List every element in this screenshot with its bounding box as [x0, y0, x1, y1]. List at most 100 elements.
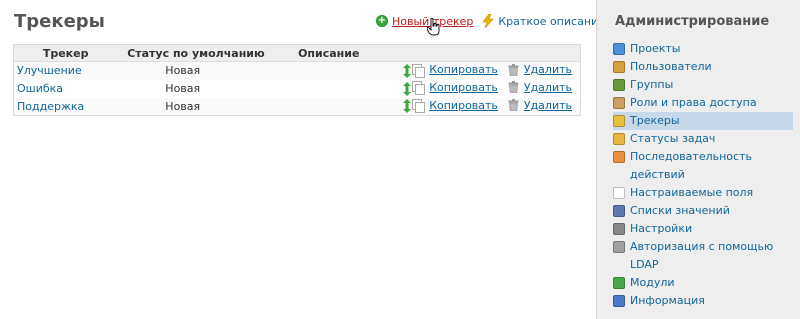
- tracker-link[interactable]: Улучшение: [17, 64, 82, 77]
- copy-icon: [412, 81, 426, 96]
- contextual-actions: + Новый трекер Краткое описание: [376, 13, 605, 29]
- sidebar-item-row: Группы: [613, 76, 793, 94]
- sidebar-item-label[interactable]: Группы: [630, 76, 673, 94]
- sidebar-item-label[interactable]: Статусы задач: [630, 130, 715, 148]
- settings-icon: [613, 223, 625, 235]
- trackers-table: Трекер Статус по умолчанию Описание Улуч…: [13, 44, 581, 116]
- sidebar-item-plugins[interactable]: Модули: [613, 274, 793, 292]
- copy-icon: [412, 99, 426, 113]
- users-icon: [613, 61, 625, 73]
- mouse-cursor-icon: [427, 18, 440, 36]
- trash-icon: [508, 99, 519, 111]
- sidebar-item-row: Статусы задач: [613, 130, 793, 148]
- delete-tracker-link[interactable]: Удалить: [508, 63, 572, 76]
- roles-icon: [613, 97, 625, 109]
- sidebar-item-row: Пользователи: [613, 58, 793, 76]
- sidebar-item-projects[interactable]: Проекты: [613, 40, 793, 58]
- sidebar-item-info[interactable]: Информация: [613, 292, 793, 310]
- sidebar-item-label[interactable]: Модули: [630, 274, 675, 292]
- copy-icon: [412, 63, 426, 78]
- sidebar-item-groups[interactable]: Группы: [613, 76, 793, 94]
- default-status-cell: Новая: [117, 61, 275, 80]
- copy-label: Копировать: [429, 63, 498, 76]
- sidebar-item-row: Списки значений: [613, 202, 793, 220]
- copy-label: Копировать: [429, 98, 498, 112]
- sidebar-item-label[interactable]: Списки значений: [630, 202, 730, 220]
- sidebar-item-custom-fields[interactable]: Настраиваемые поля: [613, 184, 793, 202]
- lightning-icon: [482, 14, 495, 28]
- delete-label: Удалить: [523, 63, 572, 76]
- groups-icon: [613, 79, 625, 91]
- sidebar-item-label[interactable]: Последовательность действий: [630, 148, 793, 184]
- copy-label: Копировать: [429, 80, 498, 94]
- sidebar-item-label[interactable]: Проекты: [630, 40, 681, 58]
- custom-fields-icon: [613, 187, 625, 199]
- copy-tracker-link[interactable]: Копировать: [412, 80, 498, 96]
- sidebar-item-label[interactable]: Роли и права доступа: [630, 94, 757, 112]
- sidebar-item-row: Трекеры: [613, 112, 793, 130]
- sidebar-item-row: Модули: [613, 274, 793, 292]
- column-header-delete: [507, 44, 581, 62]
- reorder-arrows-icon[interactable]: [402, 99, 412, 114]
- sidebar-item-label[interactable]: Трекеры: [630, 112, 680, 130]
- default-status-cell: Новая: [117, 79, 275, 98]
- sidebar-item-roles[interactable]: Роли и права доступа: [613, 94, 793, 112]
- copy-tracker-link[interactable]: Копировать: [412, 63, 498, 78]
- sidebar-item-issue-statuses[interactable]: Статусы задач: [613, 130, 793, 148]
- trackers-icon: [613, 115, 625, 127]
- info-icon: [613, 295, 625, 307]
- column-header-description: Описание: [274, 44, 383, 62]
- sidebar-item-label[interactable]: Настройки: [630, 220, 692, 238]
- trash-icon: [508, 81, 519, 94]
- page-title: Трекеры: [14, 11, 105, 32]
- sidebar-item-ldap[interactable]: Авторизация с помощью LDAP: [613, 238, 793, 274]
- summary-label: Краткое описание: [498, 14, 605, 28]
- column-header-tracker: Трекер: [13, 44, 118, 62]
- sidebar-item-label[interactable]: Авторизация с помощью LDAP: [630, 238, 793, 274]
- table-row: Поддержка Новая Копировать Удалить: [13, 97, 581, 116]
- projects-icon: [613, 43, 625, 55]
- sidebar-title: Администрирование: [615, 14, 770, 29]
- delete-tracker-link[interactable]: Удалить: [508, 99, 572, 112]
- sidebar-item-trackers[interactable]: Трекеры: [613, 112, 793, 130]
- new-tracker-link[interactable]: + Новый трекер: [376, 15, 473, 28]
- sidebar-item-row: Проекты: [613, 40, 793, 58]
- summary-link[interactable]: Краткое описание: [482, 14, 605, 28]
- sidebar-item-settings[interactable]: Настройки: [613, 220, 793, 238]
- add-icon: +: [376, 15, 388, 27]
- table-header-row: Трекер Статус по умолчанию Описание: [13, 44, 581, 62]
- sidebar-item-enumerations[interactable]: Списки значений: [613, 202, 793, 220]
- delete-label: Удалить: [523, 98, 572, 112]
- table-row: Улучшение Новая Копировать Удалить: [13, 61, 581, 80]
- sidebar-item-row: Настройки: [613, 220, 793, 238]
- sidebar-item-users[interactable]: Пользователи: [613, 58, 793, 76]
- sidebar-item-row: Информация: [613, 292, 793, 310]
- main-content: Трекеры + Новый трекер Краткое описание …: [0, 0, 605, 319]
- delete-tracker-link[interactable]: Удалить: [508, 81, 572, 94]
- tracker-link[interactable]: Поддержка: [17, 100, 84, 113]
- reorder-arrows-icon[interactable]: [402, 81, 412, 96]
- column-header-default-status: Статус по умолчанию: [117, 44, 275, 62]
- ldap-icon: [613, 241, 625, 253]
- table-row: Ошибка Новая Копировать Удалить: [13, 79, 581, 98]
- sidebar-item-label[interactable]: Пользователи: [630, 58, 712, 76]
- delete-label: Удалить: [523, 80, 572, 94]
- default-status-cell: Новая: [117, 97, 275, 116]
- sidebar-item-row: Авторизация с помощью LDAP: [613, 238, 793, 274]
- description-cell: [274, 97, 383, 116]
- plugins-icon: [613, 277, 625, 289]
- reorder-arrows-icon[interactable]: [402, 63, 412, 78]
- sidebar-item-label[interactable]: Информация: [630, 292, 705, 310]
- sidebar-item-row: Настраиваемые поля: [613, 184, 793, 202]
- sidebar-item-row: Роли и права доступа: [613, 94, 793, 112]
- column-header-copy: [412, 44, 508, 62]
- workflow-icon: [613, 151, 625, 163]
- tracker-link[interactable]: Ошибка: [17, 82, 63, 95]
- description-cell: [274, 61, 383, 80]
- sidebar-item-workflow[interactable]: Последовательность действий: [613, 148, 793, 184]
- trash-icon: [508, 63, 519, 76]
- sidebar-item-label[interactable]: Настраиваемые поля: [630, 184, 753, 202]
- column-header-sort: [382, 44, 413, 62]
- admin-menu: Проекты Пользователи Группы Роли и права до…: [613, 40, 793, 310]
- copy-tracker-link[interactable]: Копировать: [412, 98, 498, 113]
